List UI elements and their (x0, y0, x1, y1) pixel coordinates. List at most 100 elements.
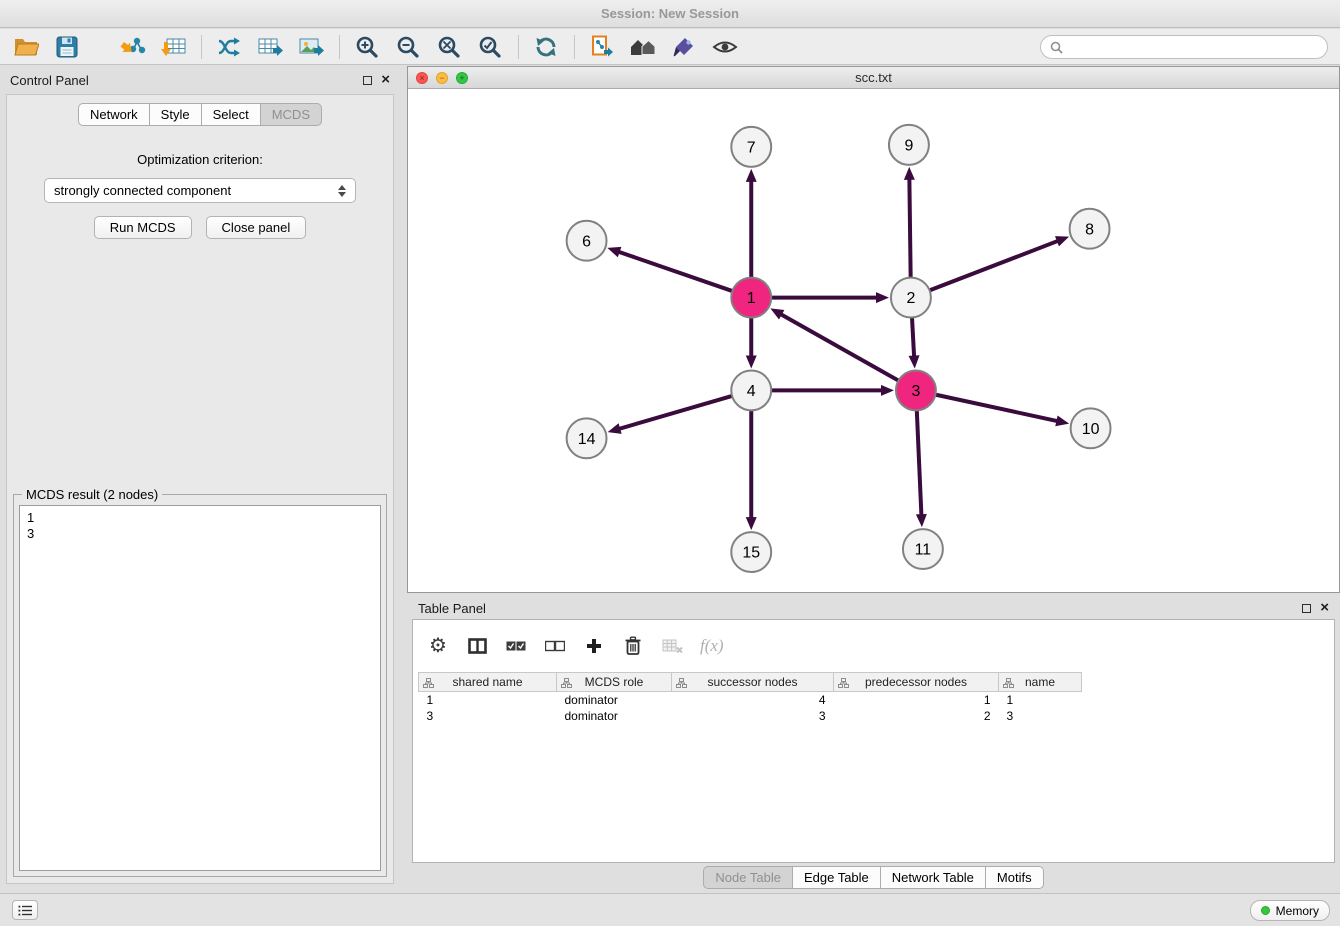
export-table-icon (257, 35, 284, 59)
float-panel-icon[interactable] (363, 76, 372, 85)
show-columns-button[interactable] (466, 638, 488, 654)
table-row[interactable]: 1 dominator 4 1 1 (419, 692, 1082, 708)
import-table-button[interactable] (157, 32, 189, 62)
export-image-button[interactable] (295, 32, 327, 62)
column-type-icon (838, 677, 849, 691)
graph-node-label-2: 2 (906, 290, 915, 307)
tab-node-table[interactable]: Node Table (703, 866, 793, 889)
tab-motifs[interactable]: Motifs (986, 866, 1044, 889)
mcds-result-box: MCDS result (2 nodes) 1 3 (13, 494, 387, 877)
tab-edge-table[interactable]: Edge Table (793, 866, 881, 889)
search-input[interactable] (1068, 40, 1318, 55)
tab-style[interactable]: Style (150, 103, 202, 126)
delete-table-icon (662, 638, 683, 654)
network-canvas[interactable]: 7968124314101511 (408, 90, 1339, 592)
close-table-panel-icon[interactable]: × (1320, 602, 1329, 614)
cell-predecessor-nodes[interactable]: 2 (834, 708, 999, 724)
open-session-button[interactable] (10, 32, 42, 62)
graph-edge-1-6[interactable] (618, 251, 733, 291)
import-network-icon (119, 35, 146, 59)
open-folder-icon (13, 36, 39, 57)
cell-successor-nodes[interactable]: 3 (672, 708, 834, 724)
style-brush-button[interactable] (668, 32, 700, 62)
zoom-in-button[interactable] (351, 32, 383, 62)
toolbar-separator (518, 35, 519, 59)
run-mcds-button[interactable]: Run MCDS (94, 216, 192, 239)
zoom-selected-button[interactable] (474, 32, 506, 62)
cell-mcds-role[interactable]: dominator (557, 708, 672, 724)
cell-name[interactable]: 3 (999, 708, 1082, 724)
optimization-criterion-label: Optimization criterion: (7, 152, 393, 167)
network-overview-button[interactable] (627, 32, 659, 62)
table-panel-title: Table Panel (418, 601, 486, 616)
float-table-panel-icon[interactable] (1302, 604, 1311, 613)
column-header-successor-nodes[interactable]: successor nodes (672, 673, 834, 692)
refresh-icon (534, 35, 558, 59)
graph-edge-3-10[interactable] (935, 395, 1058, 422)
list-icon (18, 905, 33, 916)
deselect-all-rows-button[interactable] (544, 640, 566, 652)
criterion-dropdown[interactable]: strongly connected component (44, 178, 356, 203)
zoom-in-icon (355, 35, 379, 59)
table-settings-button[interactable]: ⚙ (427, 636, 449, 656)
cell-successor-nodes[interactable]: 4 (672, 692, 834, 708)
column-header-predecessor-nodes[interactable]: predecessor nodes (834, 673, 999, 692)
graph-edge-3-1[interactable] (780, 314, 899, 381)
graph-edge-2-9[interactable] (909, 178, 910, 278)
graph-edge-2-3[interactable] (912, 318, 914, 358)
tab-network[interactable]: Network (78, 103, 150, 126)
graph-edge-arrowhead (876, 292, 889, 303)
search-icon (1050, 41, 1063, 54)
minimize-window-icon[interactable]: − (436, 72, 448, 84)
column-header-shared-name[interactable]: shared name (419, 673, 557, 692)
network-graph[interactable]: 7968124314101511 (408, 90, 1339, 592)
cell-shared-name[interactable]: 1 (419, 692, 557, 708)
export-table-button[interactable] (254, 32, 286, 62)
import-network-button[interactable] (116, 32, 148, 62)
table-row[interactable]: 3 dominator 3 2 3 (419, 708, 1082, 724)
task-history-button[interactable] (12, 900, 38, 920)
tab-network-table[interactable]: Network Table (881, 866, 986, 889)
node-table: shared name MCDS role succ (418, 672, 1082, 724)
graph-node-label-11: 11 (915, 542, 932, 559)
graph-edge-3-11[interactable] (917, 410, 922, 516)
graph-edge-4-14[interactable] (618, 396, 732, 429)
column-header-name[interactable]: name (999, 673, 1082, 692)
cell-predecessor-nodes[interactable]: 1 (834, 692, 999, 708)
new-network-button[interactable] (213, 32, 245, 62)
zoom-fit-button[interactable] (433, 32, 465, 62)
refresh-view-button[interactable] (530, 32, 562, 62)
add-column-button[interactable] (583, 637, 605, 655)
graph-node-label-4: 4 (747, 383, 756, 400)
delete-table-button-disabled[interactable] (661, 638, 683, 654)
save-session-button[interactable] (51, 32, 83, 62)
apply-style-button[interactable] (586, 32, 618, 62)
close-panel-icon[interactable]: × (381, 74, 390, 86)
close-window-icon[interactable]: × (416, 72, 428, 84)
show-graphics-button[interactable] (709, 32, 741, 62)
column-header-mcds-role[interactable]: MCDS role (557, 673, 672, 692)
graph-node-label-14: 14 (578, 431, 596, 448)
column-type-icon (561, 677, 572, 691)
import-table-icon (160, 35, 187, 59)
mcds-result-list[interactable]: 1 3 (19, 505, 381, 871)
function-builder-button-disabled[interactable]: f(x) (700, 636, 724, 656)
memory-button[interactable]: Memory (1250, 900, 1330, 921)
graph-edge-2-8[interactable] (930, 241, 1059, 291)
paint-brush-icon (672, 35, 696, 59)
cell-name[interactable]: 1 (999, 692, 1082, 708)
network-view-window: × − + scc.txt 7968124314101511 (407, 66, 1340, 593)
save-floppy-icon (56, 36, 78, 58)
tab-select[interactable]: Select (202, 103, 261, 126)
select-all-rows-button[interactable] (505, 640, 527, 652)
result-line: 1 (27, 510, 373, 526)
close-panel-button[interactable]: Close panel (206, 216, 307, 239)
tab-mcds[interactable]: MCDS (261, 103, 322, 126)
delete-column-button[interactable] (622, 636, 644, 656)
cell-mcds-role[interactable]: dominator (557, 692, 672, 708)
toolbar-search-field[interactable] (1040, 35, 1328, 59)
zoom-window-icon[interactable]: + (456, 72, 468, 84)
cell-shared-name[interactable]: 3 (419, 708, 557, 724)
zoom-out-button[interactable] (392, 32, 424, 62)
graph-edge-arrowhead (746, 355, 757, 368)
